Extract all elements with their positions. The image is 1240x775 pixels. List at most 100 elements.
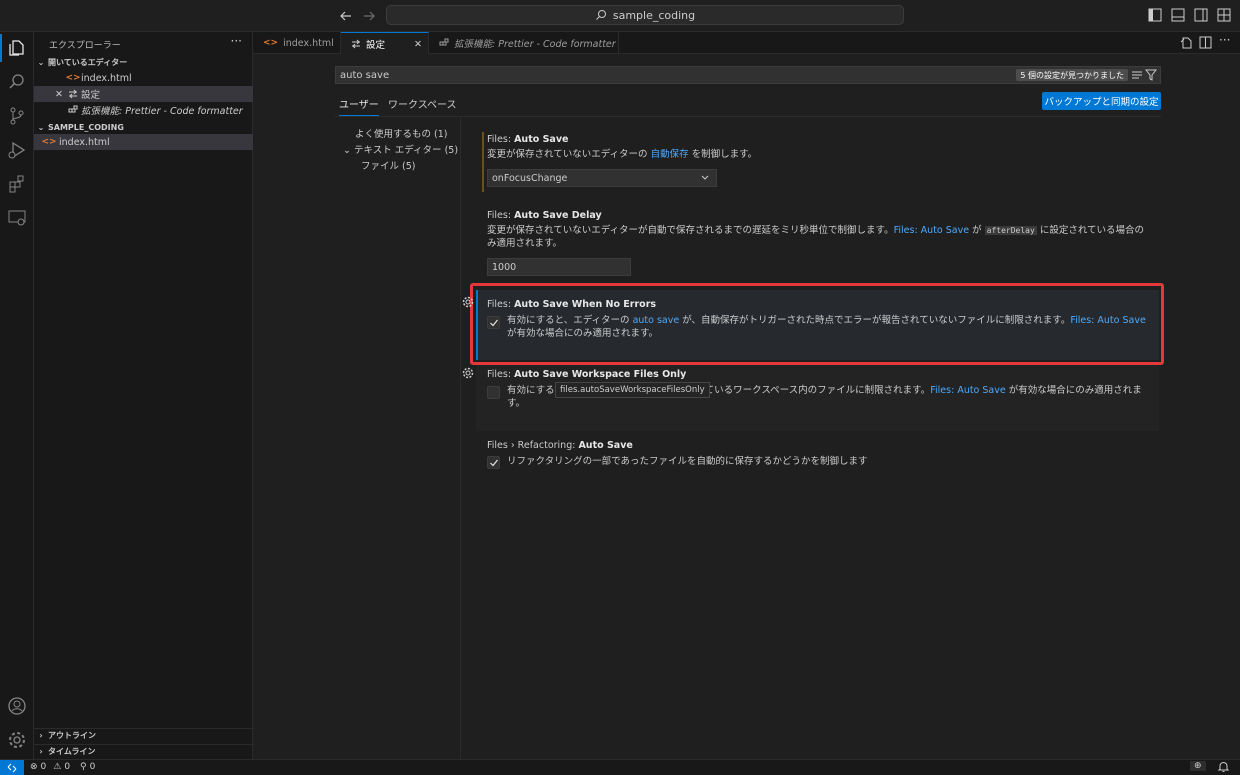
- setting-description: 有効にすると、エディターの auto save が、自動保存がトリガーされた時点…: [507, 315, 1146, 339]
- check-icon: [489, 458, 499, 468]
- extensions-icon[interactable]: [7, 174, 27, 194]
- clear-filter-list-icon[interactable]: [1131, 69, 1143, 81]
- auto-save-select[interactable]: onFocusChange: [487, 169, 717, 187]
- setting-title: Files: Auto Save When No Errors: [487, 299, 657, 310]
- setting-files-auto-save-delay: Files: Auto Save Delay 変更が保存されていないエディターが…: [487, 210, 1152, 250]
- zoom-icon[interactable]: ⊕: [1190, 761, 1206, 771]
- more-actions-icon[interactable]: ···: [231, 34, 242, 48]
- toc-divider: [460, 116, 461, 759]
- customize-layout-icon[interactable]: [1217, 8, 1233, 24]
- setting-description: 変更が保存されていないエディターが自動で保存されるまでの遅延をミリ秒単位で制御し…: [487, 225, 1145, 249]
- auto-save-workspace-files-only-checkbox[interactable]: [487, 386, 500, 399]
- close-tab-icon[interactable]: ✕: [414, 39, 422, 50]
- chevron-down-icon: ⌄: [343, 145, 354, 156]
- toc-item-text-editor[interactable]: ⌄ テキスト エディター (5): [343, 142, 458, 156]
- html-file-icon: <>: [263, 38, 279, 48]
- extension-file-icon: [66, 105, 80, 115]
- open-editor-item-index[interactable]: <> index.html: [34, 70, 253, 86]
- activity-bar: [0, 32, 34, 759]
- warning-icon: ⚠: [53, 762, 62, 772]
- source-control-icon[interactable]: [7, 106, 27, 126]
- setting-title: Files: Auto Save Workspace Files Only: [487, 369, 687, 380]
- tab-workspace-scope[interactable]: ワークスペース: [388, 96, 457, 111]
- settings-search-input[interactable]: auto save 5 個の設定が見つかりました: [335, 66, 1161, 84]
- backup-sync-button[interactable]: バックアップと同期の設定: [1042, 92, 1161, 110]
- explorer-icon[interactable]: [0, 34, 27, 62]
- toggle-primary-sidebar-icon[interactable]: [1148, 8, 1164, 24]
- auto-save-link[interactable]: auto save: [633, 315, 680, 326]
- open-editor-item-settings[interactable]: ✕ 設定: [34, 86, 253, 102]
- html-file-icon: <>: [41, 137, 57, 147]
- ports-indicator[interactable]: ⚲ 0: [80, 762, 95, 772]
- title-bar: sample_coding: [0, 0, 1240, 32]
- workspace-name: sample_coding: [612, 8, 696, 22]
- check-icon: [489, 318, 499, 328]
- auto-save-link[interactable]: 自動保存: [651, 149, 689, 160]
- search-view-icon[interactable]: [7, 72, 27, 92]
- open-settings-json-icon[interactable]: [1180, 36, 1193, 49]
- remote-indicator[interactable]: [0, 760, 24, 775]
- results-count-badge: 5 個の設定が見つかりました: [1016, 69, 1128, 81]
- chevron-right-icon: ›: [39, 731, 43, 740]
- filter-icon[interactable]: [1145, 69, 1157, 81]
- sidebar-title: エクスプローラー: [49, 41, 121, 51]
- run-debug-icon[interactable]: [7, 140, 27, 160]
- files-auto-save-link[interactable]: Files: Auto Save: [1070, 315, 1145, 326]
- status-bar: ⊗ 0 ⚠ 0 ⚲ 0 ⊕: [0, 759, 1240, 775]
- settings-editor: auto save 5 個の設定が見つかりました ユーザー ワークスペース バッ…: [253, 54, 1240, 759]
- chevron-right-icon: ›: [39, 747, 43, 756]
- toc-item-files[interactable]: ファイル (5): [361, 158, 415, 172]
- tab-user-scope[interactable]: ユーザー: [339, 96, 379, 116]
- open-editor-item-prettier[interactable]: 拡張機能: Prettier - Code formatter: [34, 102, 253, 118]
- auto-save-when-no-errors-checkbox[interactable]: [487, 316, 500, 329]
- setting-description: リファクタリングの一部であったファイルを自動的に保存するかどうかを制御します: [507, 456, 868, 467]
- files-auto-save-link[interactable]: Files: Auto Save: [894, 225, 969, 236]
- explorer-sidebar: エクスプローラー ··· ⌄ 開いているエディター <> index.html …: [34, 32, 253, 759]
- toggle-secondary-sidebar-icon[interactable]: [1194, 8, 1210, 24]
- setting-title: Files › Refactoring: Auto Save: [487, 440, 633, 451]
- setting-title: Files: Auto Save Delay: [487, 210, 602, 221]
- setting-files-auto-save: Files: Auto Save 変更が保存されていないエディターの 自動保存 …: [487, 134, 1157, 161]
- split-editor-icon[interactable]: [1199, 36, 1212, 49]
- file-item-index[interactable]: <> index.html: [34, 134, 253, 150]
- problems-indicator[interactable]: ⊗ 0 ⚠ 0: [30, 762, 70, 772]
- close-icon[interactable]: ✕: [52, 89, 66, 100]
- outline-header[interactable]: › アウトライン: [34, 728, 253, 742]
- setting-gear-icon[interactable]: [462, 296, 474, 308]
- open-editors-header[interactable]: ⌄ 開いているエディター: [34, 55, 253, 69]
- editor-tabs: <> index.html 設定 ✕ 拡張機能: Prettier - Code…: [253, 32, 1240, 55]
- tab-settings[interactable]: 設定 ✕: [341, 32, 429, 55]
- notifications-bell-icon[interactable]: [1218, 761, 1229, 773]
- error-icon: ⊗: [30, 762, 38, 772]
- scope-divider: [335, 116, 1161, 117]
- folder-header[interactable]: ⌄ SAMPLE_CODING: [34, 120, 253, 134]
- refactoring-auto-save-checkbox[interactable]: [487, 456, 500, 469]
- settings-file-icon: [351, 39, 361, 49]
- search-icon: [595, 9, 607, 21]
- setting-id-tooltip: files.autoSaveWorkspaceFilesOnly: [555, 382, 710, 398]
- tab-prettier[interactable]: 拡張機能: Prettier - Code formatter: [429, 32, 619, 54]
- chevron-down-icon: [700, 171, 710, 185]
- auto-save-delay-input[interactable]: 1000: [487, 258, 631, 276]
- command-center-search[interactable]: sample_coding: [386, 5, 904, 25]
- back-arrow-icon[interactable]: [338, 8, 354, 24]
- chevron-down-icon: ⌄: [37, 57, 45, 67]
- broadcast-icon: ⚲: [80, 762, 87, 772]
- settings-file-icon: [66, 89, 80, 99]
- chevron-down-icon: ⌄: [37, 122, 45, 132]
- manage-gear-icon[interactable]: [7, 730, 27, 750]
- toggle-panel-icon[interactable]: [1171, 8, 1187, 24]
- setting-title: Files: Auto Save: [487, 134, 569, 145]
- timeline-header[interactable]: › タイムライン: [34, 744, 253, 758]
- forward-arrow-icon[interactable]: [361, 8, 377, 24]
- toc-item-commonly-used[interactable]: よく使用するもの (1): [355, 126, 447, 140]
- setting-files-refactoring-auto-save: Files › Refactoring: Auto Save リファクタリングの…: [487, 440, 1147, 468]
- remote-explorer-icon[interactable]: [7, 208, 27, 228]
- more-actions-icon[interactable]: ···: [1219, 33, 1230, 47]
- files-auto-save-link[interactable]: Files: Auto Save: [930, 385, 1005, 396]
- setting-description: 変更が保存されていないエディターの 自動保存 を制御します。: [487, 149, 758, 160]
- setting-files-auto-save-when-no-errors: Files: Auto Save When No Errors 有効にすると、エ…: [487, 299, 1147, 340]
- accounts-icon[interactable]: [7, 696, 27, 716]
- tab-index-html[interactable]: <> index.html: [253, 32, 341, 54]
- setting-gear-icon[interactable]: [462, 367, 474, 379]
